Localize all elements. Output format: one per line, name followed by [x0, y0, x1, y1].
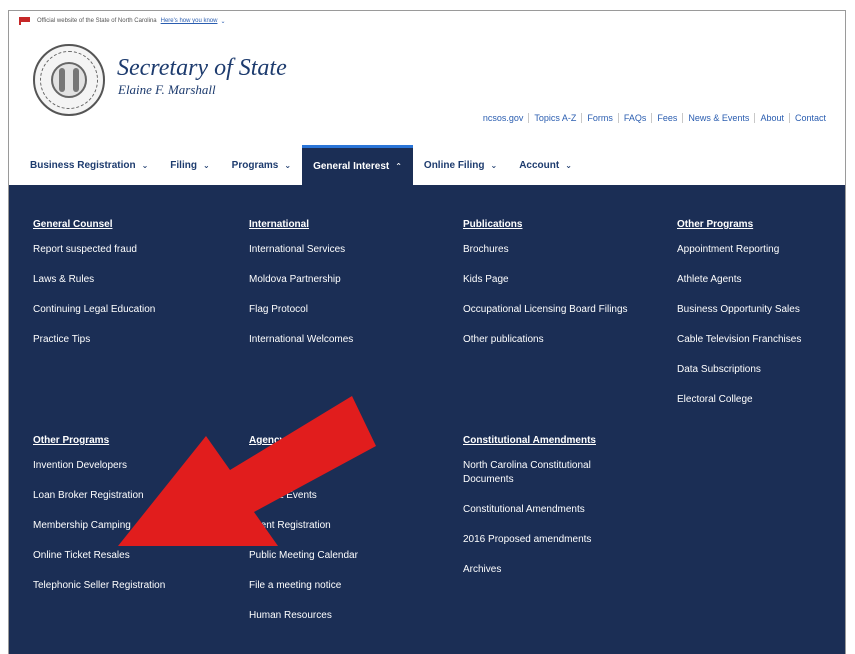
menu-item-continuing-legal-education[interactable]: Continuing Legal Education [33, 303, 233, 317]
utility-nav: ncsos.gov Topics A-Z Forms FAQs Fees New… [478, 113, 831, 123]
menu-item-news-events[interactable]: News & Events [249, 489, 449, 503]
menu-item-practice-tips[interactable]: Practice Tips [33, 333, 233, 347]
menu-column-agency: Agency Information Press Releases News &… [249, 435, 449, 639]
menu-item-press-releases[interactable]: Press Releases [249, 459, 449, 473]
nav-account[interactable]: Account ⌄ [508, 145, 583, 185]
menu-item-brochures[interactable]: Brochures [463, 243, 633, 257]
browser-frame: Official website of the State of North C… [8, 10, 846, 654]
menu-item-other-publications[interactable]: Other publications [463, 333, 633, 347]
utility-link-forms[interactable]: Forms [581, 113, 618, 123]
utility-link-topics[interactable]: Topics A-Z [528, 113, 581, 123]
menu-heading-publications[interactable]: Publications [463, 219, 633, 230]
site-subtitle: Elaine F. Marshall [118, 82, 216, 97]
menu-item-archives[interactable]: Archives [463, 563, 633, 577]
menu-item-2016-proposed[interactable]: 2016 Proposed amendments [463, 533, 633, 547]
menu-item-cable-television[interactable]: Cable Television Franchises [677, 333, 842, 347]
menu-item-online-ticket-resales[interactable]: Online Ticket Resales [33, 549, 233, 563]
menu-item-laws-rules[interactable]: Laws & Rules [33, 273, 233, 287]
chevron-up-icon: ⌃ [395, 162, 402, 171]
menu-column-other-programs-left: Other Programs Invention Developers Loan… [33, 435, 233, 609]
menu-column-constitutional: Constitutional Amendments North Carolina… [463, 435, 633, 593]
nav-general-interest[interactable]: General Interest ⌃ [302, 145, 413, 185]
menu-item-human-resources[interactable]: Human Resources [249, 609, 449, 623]
chevron-down-icon: ⌄ [565, 160, 572, 170]
menu-heading-other-programs[interactable]: Other Programs [33, 435, 233, 446]
utility-link-about[interactable]: About [754, 113, 789, 123]
utility-link-ncsos[interactable]: ncsos.gov [478, 113, 529, 123]
menu-heading-international[interactable]: International [249, 219, 449, 230]
site-title[interactable]: Secretary of State [117, 55, 287, 82]
utility-link-contact[interactable]: Contact [788, 113, 831, 123]
menu-heading-general-counsel[interactable]: General Counsel [33, 219, 233, 230]
menu-column-international: International International Services Mol… [249, 219, 449, 363]
menu-item-international-welcomes[interactable]: International Welcomes [249, 333, 449, 347]
menu-heading-other-programs[interactable]: Other Programs [677, 219, 842, 230]
menu-item-constitutional-amendments[interactable]: Constitutional Amendments [463, 503, 633, 517]
menu-item-electoral-college[interactable]: Electoral College [677, 393, 842, 407]
official-banner: Official website of the State of North C… [9, 11, 845, 31]
chevron-down-icon: ⌄ [490, 160, 498, 170]
state-seal-logo[interactable] [33, 44, 105, 116]
chevron-down-icon: ⌄ [202, 160, 210, 170]
nav-programs[interactable]: Programs ⌄ [221, 145, 302, 185]
menu-item-international-services[interactable]: International Services [249, 243, 449, 257]
menu-item-nc-constitutional-documents[interactable]: North Carolina Constitutional Documents [463, 459, 633, 487]
menu-item-kids-page[interactable]: Kids Page [463, 273, 633, 287]
menu-item-invention-developers[interactable]: Invention Developers [33, 459, 233, 473]
menu-item-flag-protocol[interactable]: Flag Protocol [249, 303, 449, 317]
menu-item-membership-camping[interactable]: Membership Camping [33, 519, 233, 533]
menu-item-data-subscriptions[interactable]: Data Subscriptions [677, 363, 842, 377]
utility-link-fees[interactable]: Fees [651, 113, 682, 123]
how-you-know-link[interactable]: Here's how you know [161, 18, 218, 24]
menu-item-public-meeting-calendar[interactable]: Public Meeting Calendar [249, 549, 449, 563]
chevron-down-icon[interactable]: ⌄ [220, 18, 225, 25]
menu-heading-constitutional[interactable]: Constitutional Amendments [463, 435, 633, 446]
menu-column-other-programs-right: Other Programs Appointment Reporting Ath… [677, 219, 842, 423]
menu-heading-agency[interactable]: Agency Information [249, 435, 449, 446]
menu-item-moldova-partnership[interactable]: Moldova Partnership [249, 273, 449, 287]
nav-filing[interactable]: Filing ⌄ [159, 145, 220, 185]
general-interest-dropdown: General Counsel Report suspected fraud L… [9, 185, 845, 654]
menu-item-loan-broker[interactable]: Loan Broker Registration [33, 489, 233, 503]
menu-item-business-opportunity-sales[interactable]: Business Opportunity Sales [677, 303, 842, 317]
utility-link-faqs[interactable]: FAQs [617, 113, 652, 123]
nav-online-filing[interactable]: Online Filing ⌄ [413, 145, 508, 185]
menu-item-event-registration[interactable]: Event Registration [249, 519, 449, 533]
menu-item-report-fraud[interactable]: Report suspected fraud [33, 243, 233, 257]
menu-item-appointment-reporting[interactable]: Appointment Reporting [677, 243, 842, 257]
utility-link-news[interactable]: News & Events [682, 113, 754, 123]
menu-item-telephonic-seller[interactable]: Telephonic Seller Registration [33, 579, 233, 593]
main-nav: Business Registration ⌄ Filing ⌄ Programs ⌄… [9, 145, 845, 185]
menu-item-athlete-agents[interactable]: Athlete Agents [677, 273, 842, 287]
chevron-down-icon: ⌄ [284, 160, 292, 170]
flag-icon [19, 17, 31, 25]
menu-item-file-meeting-notice[interactable]: File a meeting notice [249, 579, 449, 593]
menu-item-occupational-licensing[interactable]: Occupational Licensing Board Filings [463, 303, 633, 317]
menu-column-general-counsel: General Counsel Report suspected fraud L… [33, 219, 233, 363]
menu-column-publications: Publications Brochures Kids Page Occupat… [463, 219, 633, 363]
nav-business-registration[interactable]: Business Registration ⌄ [19, 145, 159, 185]
official-text: Official website of the State of North C… [37, 18, 157, 24]
chevron-down-icon: ⌄ [141, 160, 149, 170]
